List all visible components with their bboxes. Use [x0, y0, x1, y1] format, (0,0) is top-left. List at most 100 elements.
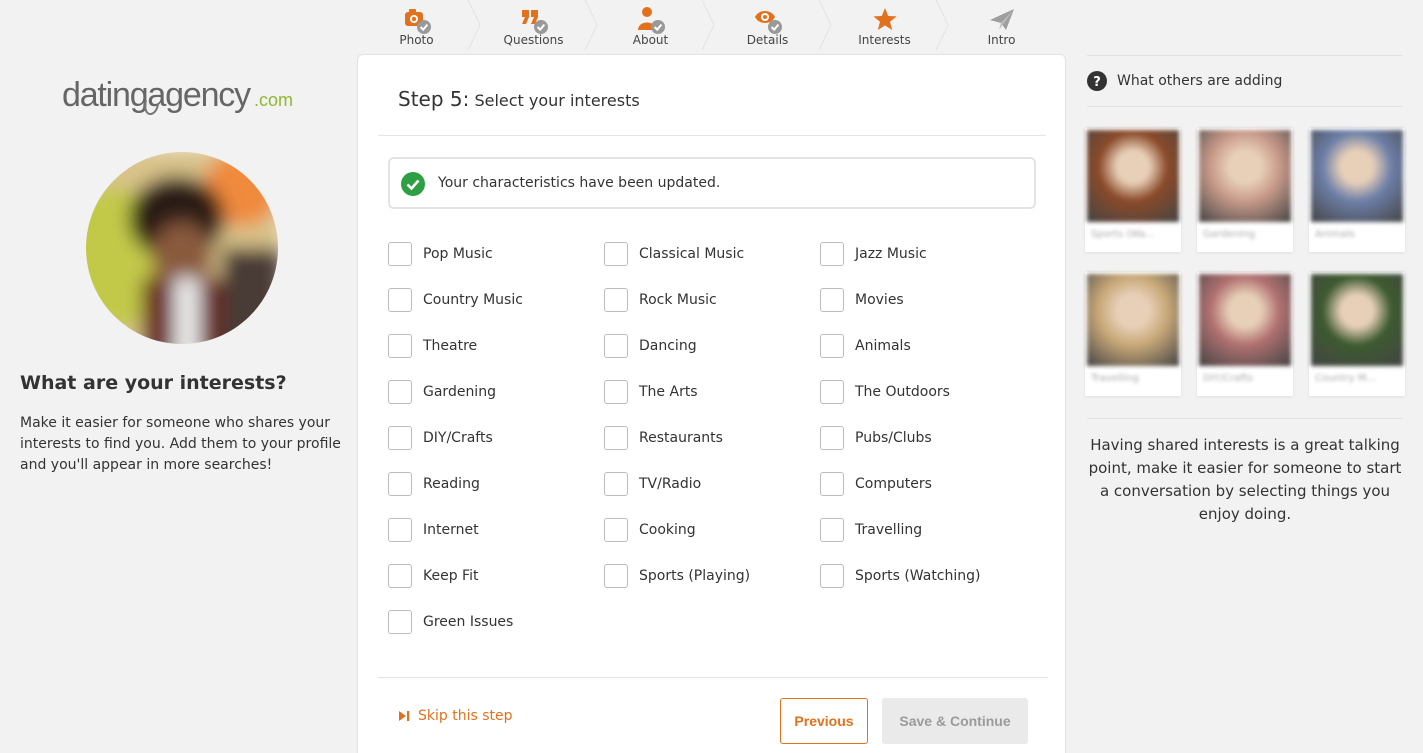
interest-option[interactable]: Classical Music: [604, 242, 804, 268]
interest-option[interactable]: The Arts: [604, 380, 804, 406]
interest-option[interactable]: Animals: [820, 334, 1020, 360]
interest-checkbox[interactable]: [820, 288, 844, 312]
interest-checkbox[interactable]: [820, 380, 844, 404]
camera-icon: [404, 9, 431, 34]
divider: [378, 135, 1046, 136]
interest-checkbox[interactable]: [820, 426, 844, 450]
interest-checkbox[interactable]: [604, 518, 628, 542]
interest-checkbox[interactable]: [388, 334, 412, 358]
step-number: Step 5:: [398, 87, 470, 111]
interest-option[interactable]: Dancing: [604, 334, 804, 360]
interest-checkbox[interactable]: [604, 334, 628, 358]
quote-icon: [521, 10, 548, 34]
interest-tile[interactable]: Gardening: [1197, 128, 1293, 252]
interest-label: Jazz Music: [855, 246, 927, 262]
step-details[interactable]: Details: [709, 0, 832, 50]
member-photo: [1087, 130, 1179, 222]
divider: [378, 677, 1048, 678]
interest-checkbox[interactable]: [388, 380, 412, 404]
step-photo[interactable]: Photo: [358, 0, 481, 50]
interest-checkbox[interactable]: [388, 426, 412, 450]
interest-checkbox[interactable]: [388, 610, 412, 634]
interest-option[interactable]: Green Issues: [388, 610, 588, 636]
interest-option[interactable]: Computers: [820, 472, 1020, 498]
interest-option[interactable]: TV/Radio: [604, 472, 804, 498]
interest-tile[interactable]: Sports (Wa...: [1085, 128, 1181, 252]
interest-label: Movies: [855, 292, 904, 308]
interest-option[interactable]: Gardening: [388, 380, 588, 406]
interests-description: Make it easier for someone who shares yo…: [20, 415, 341, 473]
interests-heading: What are your interests?: [20, 372, 287, 394]
interest-label: The Outdoors: [855, 384, 950, 400]
member-photo: [1199, 274, 1291, 366]
interest-option[interactable]: Sports (Watching): [820, 564, 1020, 590]
interest-option[interactable]: Travelling: [820, 518, 1020, 544]
step-about[interactable]: About: [592, 0, 715, 50]
interest-option[interactable]: Internet: [388, 518, 588, 544]
interest-option[interactable]: Country Music: [388, 288, 588, 314]
previous-button[interactable]: Previous: [780, 698, 868, 744]
datingagency-logo[interactable]: datingagency .com: [62, 74, 302, 122]
step-interests[interactable]: Interests: [826, 0, 949, 50]
interest-checkbox[interactable]: [604, 472, 628, 496]
interest-option[interactable]: Rock Music: [604, 288, 804, 314]
interest-checkbox[interactable]: [820, 242, 844, 266]
interest-checkbox[interactable]: [388, 288, 412, 312]
interest-checkbox[interactable]: [604, 288, 628, 312]
interest-tile[interactable]: DIY/Crafts: [1197, 272, 1293, 396]
interest-checkbox[interactable]: [388, 472, 412, 496]
interest-tile[interactable]: Animals: [1309, 128, 1405, 252]
interest-label: Animals: [855, 338, 911, 354]
interest-checkbox[interactable]: [820, 564, 844, 588]
interest-checkbox[interactable]: [604, 564, 628, 588]
interest-option[interactable]: Reading: [388, 472, 588, 498]
interest-checkbox[interactable]: [604, 242, 628, 266]
interest-checkbox[interactable]: [604, 380, 628, 404]
skip-step-label: Skip this step: [418, 708, 513, 724]
member-photo: [1311, 130, 1403, 222]
interest-option[interactable]: Keep Fit: [388, 564, 588, 590]
interest-checkbox[interactable]: [820, 518, 844, 542]
interest-option[interactable]: Sports (Playing): [604, 564, 804, 590]
divider: [1087, 55, 1403, 56]
interest-checkbox[interactable]: [388, 242, 412, 266]
step-title: Select your interests: [474, 91, 640, 110]
interest-option[interactable]: DIY/Crafts: [388, 426, 588, 452]
person-icon: [637, 7, 665, 34]
interest-option[interactable]: The Outdoors: [820, 380, 1020, 406]
tile-caption: DIY/Crafts: [1203, 373, 1253, 384]
interest-tile[interactable]: Travelling: [1085, 272, 1181, 396]
step-questions[interactable]: Questions: [475, 0, 598, 50]
save-continue-button[interactable]: Save & Continue: [882, 698, 1028, 744]
step-intro[interactable]: Intro: [943, 0, 1060, 50]
interest-label: Gardening: [423, 384, 496, 400]
interest-checkbox[interactable]: [820, 334, 844, 358]
eye-icon: [754, 11, 782, 34]
interest-option[interactable]: Movies: [820, 288, 1020, 314]
step-label: Photo: [399, 33, 434, 47]
interest-checkbox[interactable]: [388, 564, 412, 588]
interest-checkbox[interactable]: [388, 518, 412, 542]
interest-option[interactable]: Pubs/Clubs: [820, 426, 1020, 452]
check-circle-icon: [401, 172, 425, 196]
question-circle-icon[interactable]: ?: [1087, 71, 1107, 91]
interest-option[interactable]: Restaurants: [604, 426, 804, 452]
step-label: Questions: [503, 33, 564, 47]
step-label: About: [632, 33, 669, 47]
interest-option[interactable]: Theatre: [388, 334, 588, 360]
member-photo: [1311, 274, 1403, 366]
interest-option[interactable]: Pop Music: [388, 242, 588, 268]
profile-avatar[interactable]: [82, 148, 282, 348]
interest-label: Internet: [423, 522, 479, 538]
alert-message: Your characteristics have been updated.: [438, 175, 721, 191]
member-photo: [1199, 130, 1291, 222]
skip-icon: [399, 711, 410, 721]
interest-label: Classical Music: [639, 246, 745, 262]
interest-tile[interactable]: Country M...: [1309, 272, 1405, 396]
interest-label: The Arts: [639, 384, 698, 400]
interest-option[interactable]: Cooking: [604, 518, 804, 544]
interest-checkbox[interactable]: [604, 426, 628, 450]
interest-label: Sports (Playing): [639, 568, 751, 584]
interest-option[interactable]: Jazz Music: [820, 242, 1020, 268]
interest-checkbox[interactable]: [820, 472, 844, 496]
